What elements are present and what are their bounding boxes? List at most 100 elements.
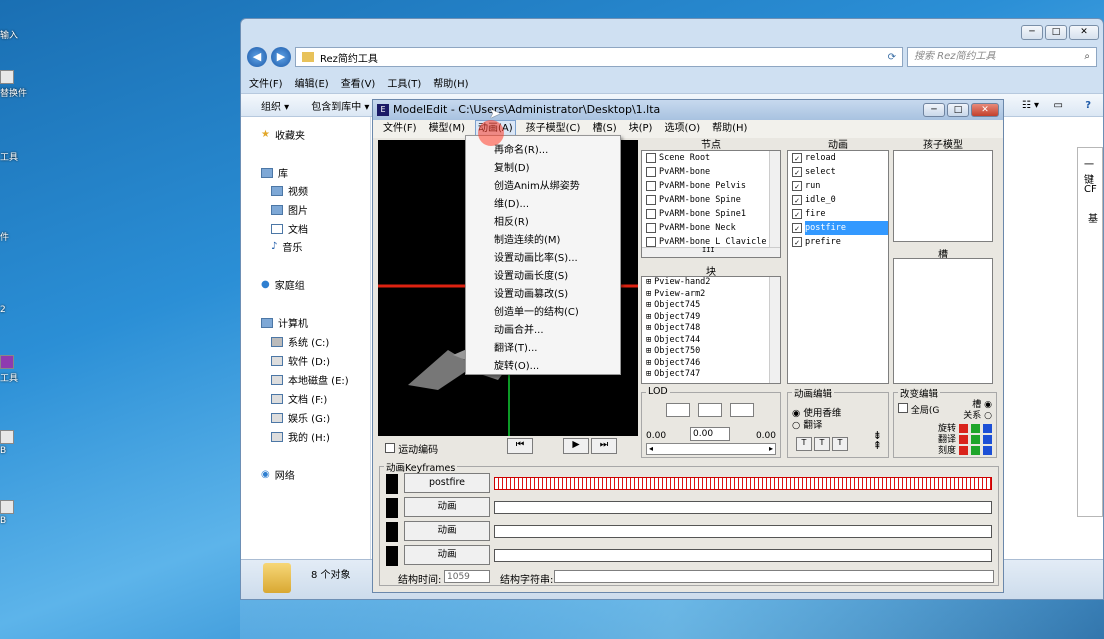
list-item[interactable]: ✓ prefire bbox=[788, 235, 888, 249]
nodes-list[interactable]: Scene Root PvARM-bone PvARM-bone Pelvis … bbox=[641, 150, 781, 258]
go-to-end-button[interactable]: ⏭ bbox=[591, 438, 617, 454]
checkbox[interactable]: ✓ bbox=[792, 181, 802, 191]
nav-library-pictures[interactable]: 图片 bbox=[271, 202, 308, 217]
close-button[interactable]: ✕ bbox=[1069, 25, 1099, 40]
minimize-button[interactable]: ─ bbox=[923, 103, 945, 117]
tree-item[interactable]: ⊞ Object745 bbox=[642, 300, 780, 312]
list-item[interactable]: ✓ select bbox=[788, 165, 888, 179]
tree-item[interactable]: ⊞ Pview-arm2 bbox=[642, 289, 780, 301]
blue-swatch[interactable] bbox=[983, 446, 992, 455]
menu-model[interactable]: 模型(M) bbox=[427, 120, 467, 138]
tree-item[interactable]: ⊞ Object749 bbox=[642, 312, 780, 324]
search-input[interactable]: 搜索 Rez简约工具 ⌕ bbox=[907, 47, 1097, 67]
blocks-tree[interactable]: ⊞ Pview-hand2 ⊞ Pview-arm2 ⊞ Object745 ⊞ Obj… bbox=[641, 276, 781, 384]
nav-favorites[interactable]: ★ 收藏夹 bbox=[261, 127, 305, 142]
keyframe-track[interactable] bbox=[494, 549, 992, 562]
menu-item-translate[interactable]: 翻译(T)... bbox=[494, 339, 537, 354]
keyframe-track[interactable] bbox=[494, 525, 992, 538]
desktop-icon[interactable]: 输入 bbox=[0, 28, 30, 41]
desktop-icon[interactable]: 工具 bbox=[0, 150, 30, 163]
menu-item-make-continuous[interactable]: 制造连续的(M) bbox=[494, 231, 560, 246]
checkbox[interactable]: ✓ bbox=[792, 153, 802, 163]
play-button[interactable]: ▶ bbox=[563, 438, 589, 454]
desktop-icon[interactable]: 工具 bbox=[0, 355, 30, 384]
expand-icon[interactable]: ⊞ bbox=[646, 277, 651, 289]
nav-library-videos[interactable]: 视频 bbox=[271, 183, 308, 198]
vertical-scrollbar[interactable] bbox=[769, 277, 780, 383]
keyframe-anim-button[interactable]: 动画 bbox=[404, 545, 490, 565]
list-item[interactable]: ✓ idle_0 bbox=[788, 193, 888, 207]
menu-edit[interactable]: 编辑(E) bbox=[295, 75, 329, 90]
menu-item-set-anim-rate[interactable]: 设置动画比率(S)... bbox=[494, 249, 578, 264]
search-icon[interactable]: ⌕ bbox=[1084, 48, 1090, 66]
checkbox[interactable] bbox=[646, 223, 656, 233]
animations-list[interactable]: ✓ reload ✓ select ✓ run ✓ idle_0 ✓ fire ✓ post… bbox=[787, 150, 889, 384]
go-to-start-button[interactable]: ⏮ bbox=[507, 438, 533, 454]
vertical-scrollbar[interactable] bbox=[769, 151, 780, 257]
menu-file[interactable]: 文件(F) bbox=[381, 120, 419, 138]
breadcrumb[interactable]: Rez简约工具 bbox=[320, 50, 378, 65]
nav-drive-h[interactable]: 我的 (H:) bbox=[271, 429, 330, 444]
menu-item-copy[interactable]: 复制(D) bbox=[494, 159, 530, 174]
checkbox[interactable]: ✓ bbox=[792, 167, 802, 177]
move-down-icon[interactable]: ⇟ ⇞ bbox=[873, 430, 882, 451]
relation-radio[interactable]: 关系 ○ bbox=[963, 408, 992, 421]
back-button[interactable]: ◀ bbox=[247, 47, 267, 67]
menu-item-set-anim-interp[interactable]: 设置动画篡改(S) bbox=[494, 285, 568, 300]
menu-tools[interactable]: 工具(T) bbox=[387, 75, 421, 90]
checkbox[interactable] bbox=[646, 153, 656, 163]
anim-edit-small-button[interactable]: T bbox=[796, 437, 812, 451]
checkbox[interactable]: ✓ bbox=[792, 223, 802, 233]
lod-field-2[interactable] bbox=[698, 403, 722, 417]
list-item[interactable]: PvARM-bone Spine bbox=[642, 193, 780, 207]
desktop-icon[interactable]: 件 bbox=[0, 230, 30, 243]
list-item[interactable]: ✓ fire bbox=[788, 207, 888, 221]
lod-value-input[interactable]: 0.00 bbox=[690, 427, 730, 441]
view-options-icon[interactable]: ☷ ▾ bbox=[1022, 100, 1039, 111]
keyframe-anim-button[interactable]: 动画 bbox=[404, 497, 490, 517]
refresh-icon[interactable]: ⟳ bbox=[888, 52, 896, 63]
list-item[interactable]: PvARM-bone bbox=[642, 165, 780, 179]
nav-library[interactable]: 库 bbox=[261, 165, 288, 180]
expand-icon[interactable]: ⊞ bbox=[646, 312, 651, 324]
list-item[interactable]: PvARM-bone Neck bbox=[642, 221, 780, 235]
list-item[interactable]: Scene Root bbox=[642, 151, 780, 165]
preview-pane-icon[interactable]: ▭ bbox=[1054, 100, 1063, 111]
menu-item-create-anim-from-bind-pose[interactable]: 创造Anim从绑姿势 bbox=[494, 177, 580, 192]
menu-item-create-single-frame[interactable]: 创造单一的结构(C) bbox=[494, 303, 579, 318]
tree-item[interactable]: ⊞ Object744 bbox=[642, 335, 780, 347]
desktop-icon[interactable]: 2 bbox=[0, 305, 30, 315]
menu-item-rename[interactable]: 再命名(R)... bbox=[494, 141, 548, 156]
expand-icon[interactable]: ⊞ bbox=[646, 358, 651, 370]
desktop-icon[interactable]: 替换件 bbox=[0, 70, 30, 99]
keyframe-anim-button[interactable]: 动画 bbox=[404, 521, 490, 541]
green-swatch[interactable] bbox=[971, 446, 980, 455]
tree-item[interactable]: ⊞ Object748 bbox=[642, 323, 780, 335]
menu-item-rotate[interactable]: 旋转(O)... bbox=[494, 357, 539, 372]
lod-field-3[interactable] bbox=[730, 403, 754, 417]
desktop-icon[interactable]: B bbox=[0, 500, 30, 526]
menu-item-reverse[interactable]: 相反(R) bbox=[494, 213, 529, 228]
nav-homegroup[interactable]: ● 家庭组 bbox=[261, 277, 305, 292]
keyframe-track[interactable] bbox=[494, 501, 992, 514]
menu-item-set-anim-length[interactable]: 设置动画长度(S) bbox=[494, 267, 568, 282]
nav-drive-e[interactable]: 本地磁盘 (E:) bbox=[271, 372, 349, 387]
child-models-list[interactable] bbox=[893, 150, 993, 242]
organize-button[interactable]: 组织 ▾ bbox=[261, 98, 289, 113]
close-button[interactable]: ✕ bbox=[971, 103, 999, 117]
tree-item[interactable]: ⊞ Pview-hand2 bbox=[642, 277, 780, 289]
checkbox[interactable]: ✓ bbox=[792, 237, 802, 247]
list-item[interactable]: ✓ run bbox=[788, 179, 888, 193]
checkbox[interactable]: ✓ bbox=[792, 209, 802, 219]
anim-edit-small-button[interactable]: T bbox=[814, 437, 830, 451]
keyframe-anim-button[interactable]: postfire bbox=[404, 473, 490, 493]
expand-icon[interactable]: ⊞ bbox=[646, 369, 651, 381]
nav-library-documents[interactable]: 文档 bbox=[271, 221, 308, 236]
minimize-button[interactable]: ─ bbox=[1021, 25, 1043, 40]
list-item[interactable]: PvARM-bone Spine1 bbox=[642, 207, 780, 221]
expand-icon[interactable]: ⊞ bbox=[646, 335, 651, 347]
struct-string-input[interactable] bbox=[554, 570, 994, 583]
menu-file[interactable]: 文件(F) bbox=[249, 75, 283, 90]
checkbox[interactable] bbox=[385, 443, 395, 453]
checkbox[interactable] bbox=[646, 237, 656, 247]
